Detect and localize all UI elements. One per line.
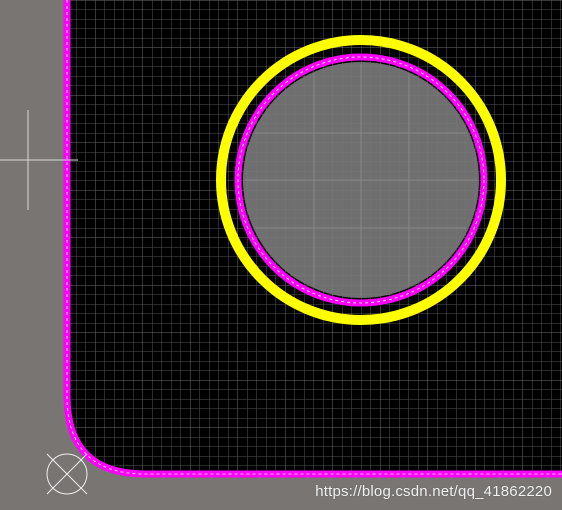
mounting-hole[interactable] xyxy=(216,35,506,325)
pcb-canvas[interactable] xyxy=(0,0,562,510)
